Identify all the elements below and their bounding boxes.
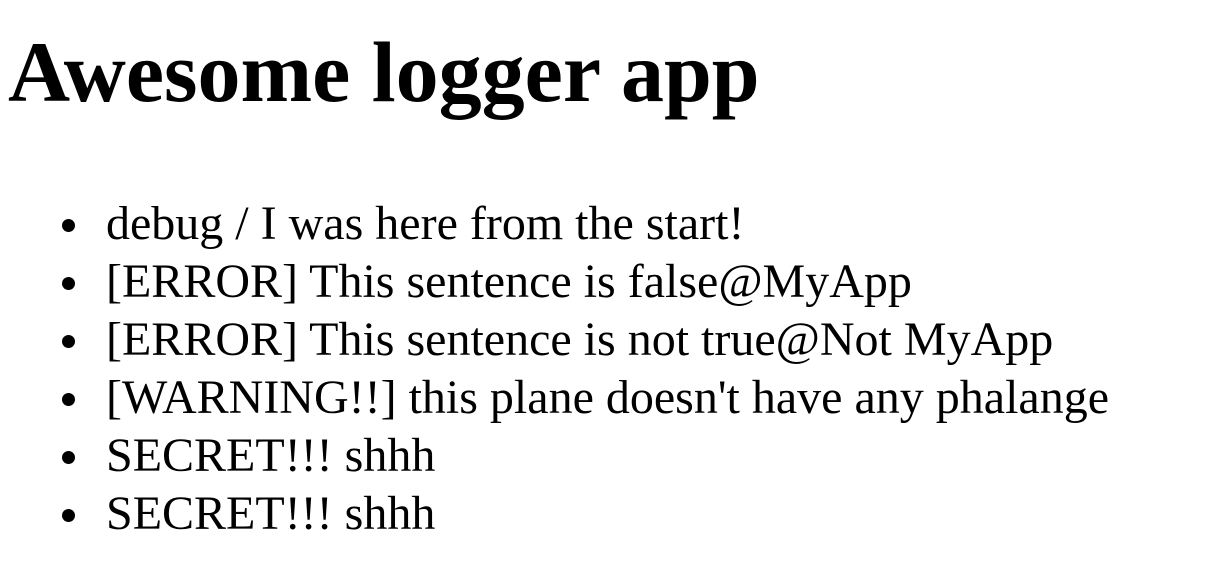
log-entry: [ERROR] This sentence is not true@Not My… — [60, 311, 1109, 369]
bullet-icon — [62, 277, 75, 290]
log-list: debug / I was here from the start! [ERRO… — [60, 195, 1109, 543]
log-entry-text: SECRET!!! shhh — [106, 429, 436, 482]
bullet-icon — [62, 219, 75, 232]
log-entry: [WARNING!!] this plane doesn't have any … — [60, 369, 1109, 427]
bullet-icon — [62, 509, 75, 522]
log-entry-text: SECRET!!! shhh — [106, 487, 436, 540]
log-entry-text: [ERROR] This sentence is false@MyApp — [106, 255, 912, 308]
log-entry: SECRET!!! shhh — [60, 485, 1109, 543]
bullet-icon — [62, 393, 75, 406]
log-entry: debug / I was here from the start! — [60, 195, 1109, 253]
logger-page: Awesome logger app debug / I was here fr… — [0, 0, 1214, 582]
page-title: Awesome logger app — [8, 24, 760, 120]
log-entry-text: debug / I was here from the start! — [106, 197, 745, 250]
log-entry-text: [ERROR] This sentence is not true@Not My… — [106, 313, 1054, 366]
log-entry-text: [WARNING!!] this plane doesn't have any … — [106, 371, 1110, 424]
bullet-icon — [62, 335, 75, 348]
log-entry: [ERROR] This sentence is false@MyApp — [60, 253, 1109, 311]
bullet-icon — [62, 451, 75, 464]
log-entry: SECRET!!! shhh — [60, 427, 1109, 485]
